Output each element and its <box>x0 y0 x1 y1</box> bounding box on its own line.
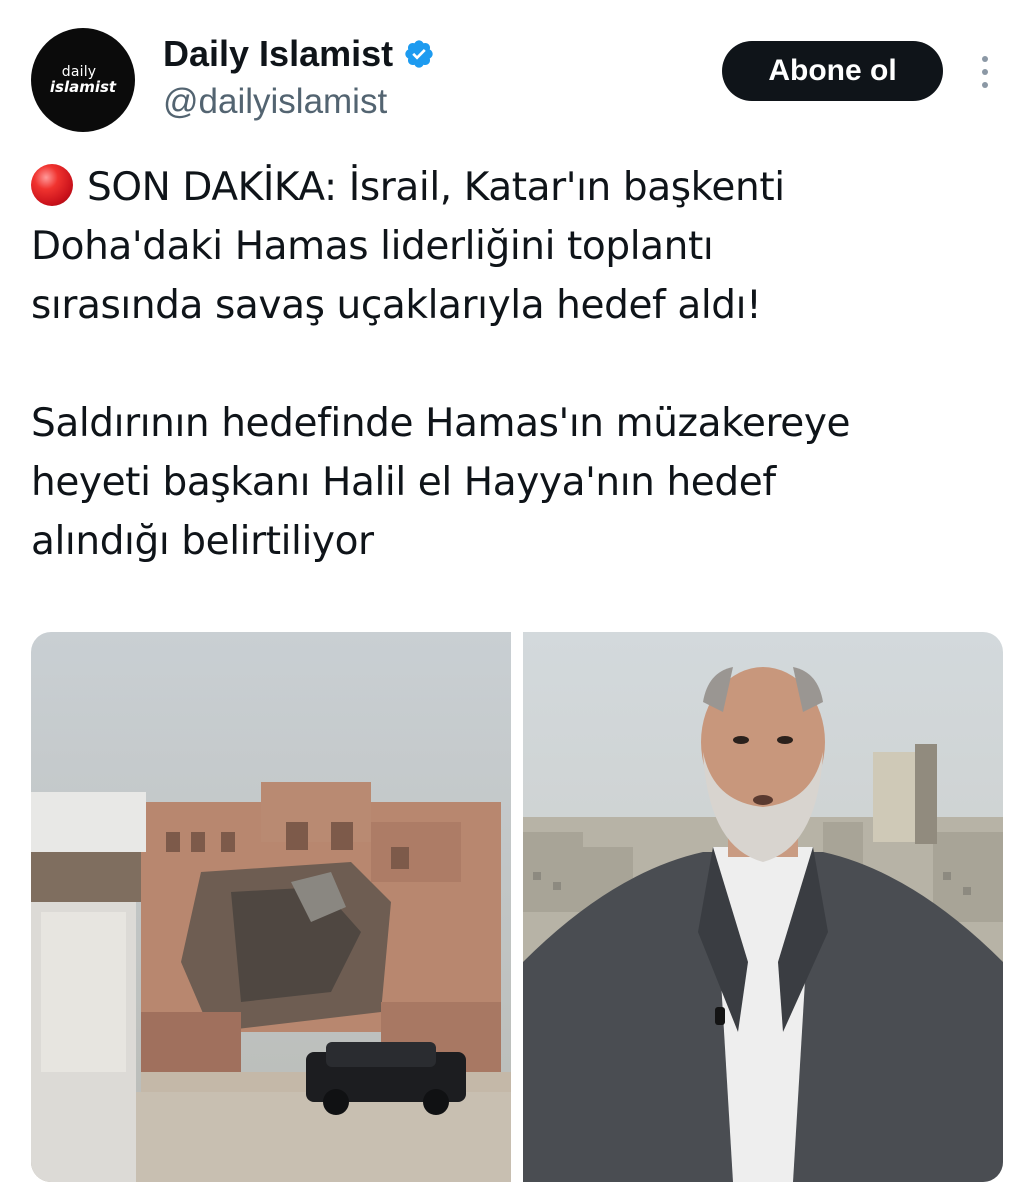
tweet-paragraph-2: Saldırının hedefinde Hamas'ın müzakereye… <box>31 401 851 564</box>
avatar-text-line2: islamist <box>49 78 117 96</box>
more-vertical-icon[interactable] <box>975 50 995 94</box>
tweet-paragraph-1-text: SON DAKİKA: İsrail, Katar'ın başkenti Do… <box>31 165 785 328</box>
red-circle-icon <box>31 164 73 206</box>
tweet-paragraph-1: SON DAKİKA: İsrail, Katar'ın başkenti Do… <box>31 158 991 335</box>
man-portrait-photo[interactable] <box>523 632 1003 1182</box>
avatar-text-line1: daily <box>61 64 97 80</box>
account-handle[interactable]: @dailyislamist <box>163 82 435 122</box>
account-name-block: Daily Islamist @dailyislamist <box>163 32 435 122</box>
verified-badge-icon <box>405 40 433 68</box>
damaged-building-photo[interactable] <box>31 632 511 1182</box>
tweet-header: daily islamist Daily Islamist @dailyisla… <box>31 28 1003 132</box>
avatar[interactable]: daily islamist <box>31 28 135 132</box>
display-name[interactable]: Daily Islamist <box>163 33 393 75</box>
tweet-text: SON DAKİKA: İsrail, Katar'ın başkenti Do… <box>31 158 991 571</box>
follow-button[interactable]: Abone ol <box>722 41 943 101</box>
tweet-media <box>31 632 1003 1182</box>
